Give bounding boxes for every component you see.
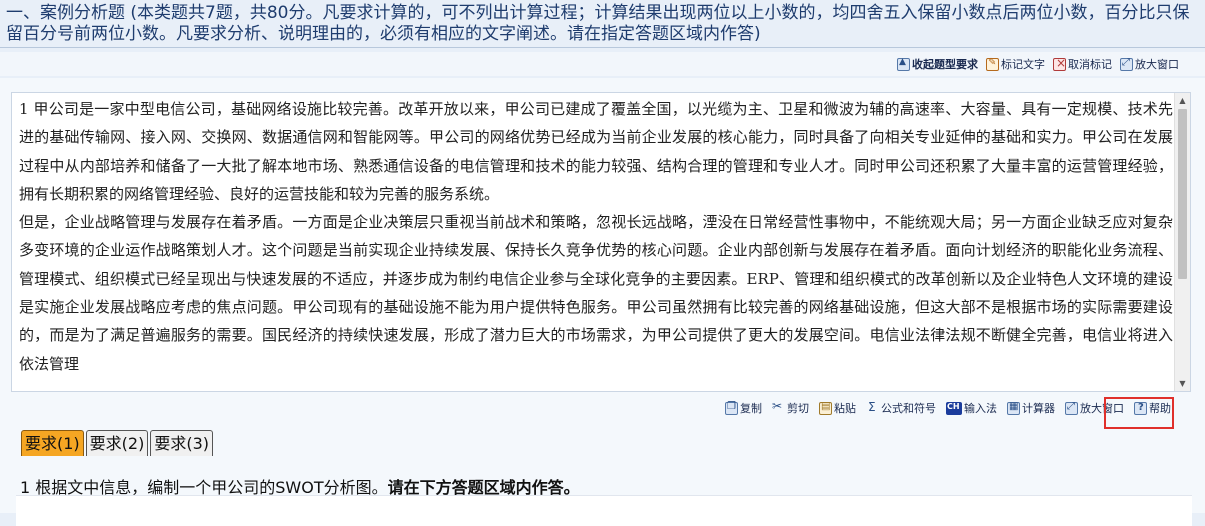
cut-label: 剪切 [787, 402, 809, 415]
scroll-thumb[interactable] [1178, 109, 1187, 279]
scroll-down-icon[interactable]: ▼ [1175, 376, 1190, 391]
enlarge-window-button-top[interactable]: 放大窗口 [1120, 56, 1179, 72]
document-scrollbar[interactable]: ▲ ▼ [1174, 93, 1190, 391]
cut-button[interactable]: 剪切 [772, 399, 809, 416]
mark-text-label: 标记文字 [1001, 58, 1045, 71]
paste-label: 粘贴 [834, 402, 856, 415]
sigma-icon [866, 400, 879, 415]
case-document-text: 1 甲公司是一家中型电信公司，基础网络设施比较完善。改革开放以来，甲公司已建成了… [19, 100, 1173, 373]
paste-button[interactable]: 粘贴 [819, 400, 856, 416]
top-toolbar: 收起题型要求 标记文字 取消标记 放大窗口 [0, 52, 1205, 76]
paste-icon [819, 401, 832, 415]
case-document[interactable]: 1 甲公司是一家中型电信公司，基础网络设施比较完善。改革开放以来，甲公司已建成了… [11, 92, 1191, 392]
copy-label: 复制 [740, 402, 762, 415]
unmark-button[interactable]: 取消标记 [1053, 56, 1112, 72]
enlarge-window-label-bottom: 放大窗口 [1080, 402, 1124, 415]
enlarge-icon [1120, 57, 1133, 71]
formula-button[interactable]: 公式和符号 [866, 400, 936, 416]
answer-area[interactable] [16, 495, 1192, 526]
requirement-tabs: 要求(1) 要求(2) 要求(3) [21, 430, 214, 456]
enlarge-window-button-bottom[interactable]: 放大窗口 [1065, 400, 1124, 416]
editor-toolbar: 复制 剪切 粘贴 公式和符号 输入法 计算器 放大窗口 帮助 [725, 399, 1171, 416]
copy-icon [725, 401, 738, 415]
input-method-button[interactable]: 输入法 [946, 400, 997, 416]
calculator-icon [1007, 401, 1020, 415]
scroll-up-icon[interactable]: ▲ [1175, 93, 1190, 108]
collapse-requirements-button[interactable]: 收起题型要求 [897, 56, 978, 72]
question-type-header: 一、案例分析题 (本类题共7题，共80分。凡要求计算的，可不列出计算过程；计算结… [0, 0, 1205, 48]
tab-requirement-3[interactable]: 要求(3) [150, 430, 214, 456]
enlarge-icon [1065, 401, 1078, 415]
calculator-button[interactable]: 计算器 [1007, 400, 1055, 416]
copy-button[interactable]: 复制 [725, 400, 762, 416]
calculator-label: 计算器 [1022, 402, 1055, 415]
formula-label: 公式和符号 [881, 402, 936, 415]
tab-requirement-2[interactable]: 要求(2) [85, 430, 149, 456]
help-button[interactable]: 帮助 [1134, 400, 1171, 416]
unmark-label: 取消标记 [1068, 58, 1112, 71]
help-icon [1134, 401, 1147, 415]
mark-text-button[interactable]: 标记文字 [986, 56, 1045, 72]
collapse-requirements-label: 收起题型要求 [912, 58, 978, 71]
scissors-icon [772, 399, 785, 415]
tab-requirement-1[interactable]: 要求(1) [21, 430, 84, 456]
input-method-icon [946, 401, 962, 415]
question-type-instructions: 一、案例分析题 (本类题共7题，共80分。凡要求计算的，可不列出计算过程；计算结… [6, 3, 1190, 44]
input-method-label: 输入法 [964, 402, 997, 415]
pen-icon [986, 57, 999, 71]
enlarge-window-label-top: 放大窗口 [1135, 58, 1179, 71]
help-label: 帮助 [1149, 402, 1171, 415]
collapse-up-icon [897, 57, 910, 71]
eraser-icon [1053, 56, 1066, 71]
